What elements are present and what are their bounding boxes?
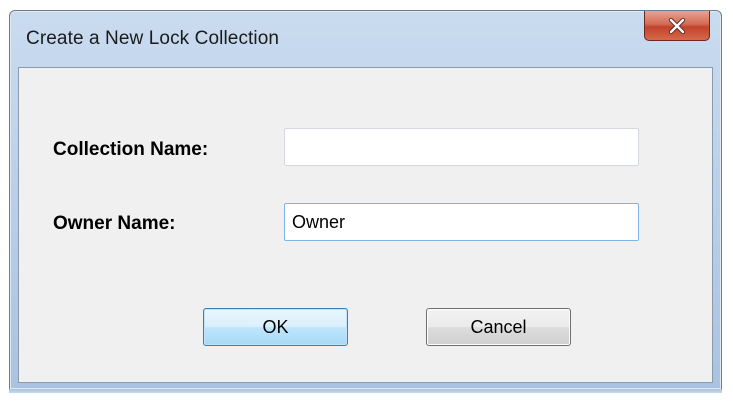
owner-name-field[interactable] (284, 203, 639, 241)
cancel-button[interactable]: Cancel (426, 308, 571, 346)
dialog-window: Create a New Lock Collection Collection … (9, 10, 722, 390)
window-title: Create a New Lock Collection (26, 28, 280, 49)
close-icon (668, 17, 686, 34)
cancel-button-label: Cancel (470, 316, 527, 337)
window-bottom-border (9, 389, 722, 393)
title-bar[interactable]: Create a New Lock Collection (10, 11, 721, 67)
ok-button[interactable]: OK (203, 308, 348, 346)
dialog-content: Collection Name: Owner Name: OK Cancel (18, 67, 713, 383)
collection-name-label: Collection Name: (53, 139, 209, 160)
close-button[interactable] (644, 11, 710, 41)
collection-name-field[interactable] (284, 128, 639, 166)
owner-name-label: Owner Name: (53, 213, 176, 234)
ok-button-label: OK (262, 316, 289, 337)
